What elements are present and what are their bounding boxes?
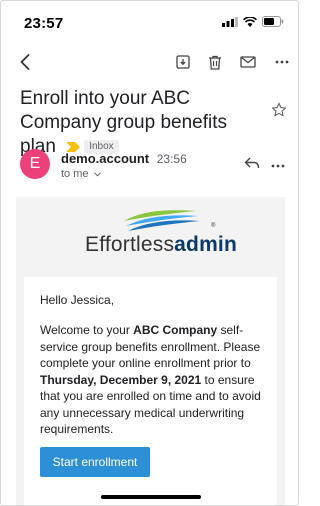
more-button[interactable] — [272, 52, 292, 72]
message-card: Hello Jessica, Welcome to your ABC Compa… — [24, 277, 277, 505]
message-paragraph: Welcome to your ABC Company self-service… — [40, 322, 266, 438]
more-horizontal-icon — [275, 60, 289, 64]
sender-avatar[interactable]: E — [20, 149, 50, 179]
logo-wordmark: Effortlessadmin — [85, 233, 237, 257]
reply-icon — [244, 157, 260, 169]
logo-bold-text: admin — [174, 233, 237, 256]
start-enrollment-button[interactable]: Start enrollment — [40, 447, 150, 477]
email-toolbar — [1, 45, 298, 79]
logo-waves-icon — [124, 210, 200, 231]
signal-icon — [222, 16, 238, 27]
avatar-initial: E — [29, 155, 41, 172]
subject-text: Enroll into your ABC Company group benef… — [20, 88, 228, 157]
mark-unread-button[interactable] — [238, 52, 258, 72]
recipient-toggle[interactable]: to me — [61, 168, 101, 180]
home-indicator[interactable] — [101, 495, 201, 499]
star-icon — [271, 102, 287, 117]
sender-line[interactable]: demo.account 23:56 — [61, 151, 187, 166]
delete-button[interactable] — [205, 52, 225, 72]
greeting: Hello Jessica, — [40, 293, 115, 307]
recipient-text: to me — [61, 168, 89, 180]
archive-icon — [176, 55, 190, 69]
sender-name: demo.account — [61, 151, 150, 166]
email-screen: 23:57 Enroll into your ABC Company group… — [0, 0, 299, 506]
status-time: 23:57 — [24, 15, 64, 32]
status-bar: 23:57 — [1, 1, 298, 39]
more-horizontal-icon — [271, 164, 285, 168]
sent-time: 23:56 — [156, 152, 187, 166]
back-button[interactable] — [15, 51, 35, 73]
reply-button[interactable] — [244, 156, 262, 172]
deadline-date: Thursday, December 9, 2021 — [40, 372, 202, 387]
brand-logo: ® Effortlessadmin — [16, 197, 285, 267]
wifi-icon — [243, 16, 257, 27]
chevron-down-icon — [93, 172, 101, 177]
mail-icon — [240, 56, 256, 68]
company-name: ABC Company — [133, 323, 218, 337]
registered-mark: ® — [211, 223, 216, 229]
back-arrow-icon — [20, 54, 30, 70]
para-part-1: Welcome to your — [40, 323, 134, 337]
archive-button[interactable] — [173, 52, 193, 72]
email-body: ® Effortlessadmin Hello Jessica, Welcome… — [16, 197, 285, 505]
logo-light-text: Effortless — [85, 233, 175, 256]
message-more-button[interactable] — [271, 155, 289, 171]
star-button[interactable] — [271, 102, 289, 120]
battery-icon — [262, 16, 284, 27]
trash-icon — [209, 55, 221, 70]
status-icons — [222, 16, 284, 27]
email-subject: Enroll into your ABC Company group benef… — [20, 87, 260, 159]
